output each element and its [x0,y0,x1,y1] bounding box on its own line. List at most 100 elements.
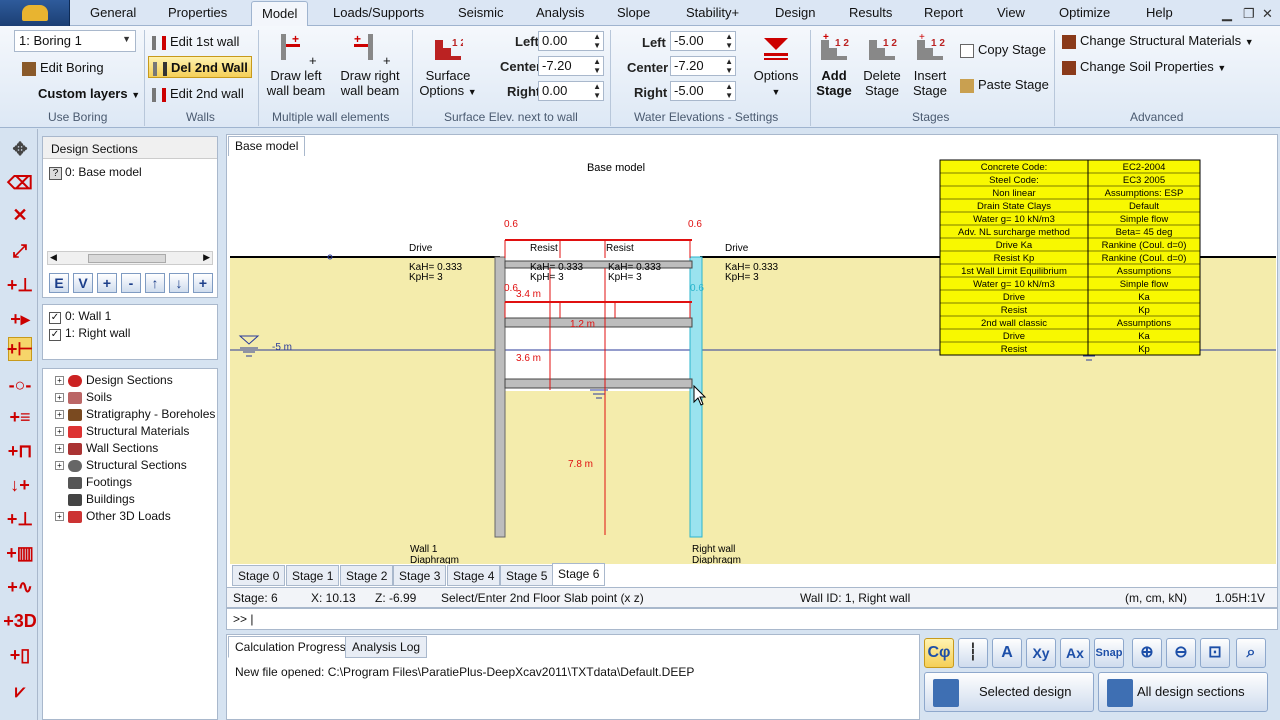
spin-up-icon[interactable]: ▲ [593,33,601,41]
zoom-in-icon[interactable]: ⊕ [1132,638,1162,668]
spin-down-icon[interactable]: ▼ [593,92,601,100]
add-footing-icon[interactable]: +⊥ [7,507,33,531]
expand-icon[interactable]: + [55,376,64,386]
surface-right-input[interactable]: 0.00 ▲ ▼ [538,81,604,101]
document-tab[interactable]: Base model [228,136,306,156]
close-icon[interactable]: ✕ [1262,6,1273,22]
tree-node[interactable]: + Structural Sections [55,458,187,472]
tab-loads-supports[interactable]: Loads/Supports [333,5,424,20]
minimize-icon[interactable]: ▁ [1222,6,1232,22]
delete-element-icon[interactable]: ✕ [8,203,32,227]
spin-up-icon[interactable]: ▲ [725,58,733,66]
tab-view[interactable]: View [997,5,1025,20]
spin-down-icon[interactable]: ▼ [725,42,733,50]
surface-center-input[interactable]: -7.20 ▲ ▼ [538,56,604,76]
tab-results[interactable]: Results [849,5,892,20]
draw-right-wall-beam-button[interactable]: + + Draw right wall beam [334,32,406,98]
dimension-icon[interactable]: ⩗ [8,679,32,703]
edit-1st-wall-button[interactable]: Edit 1st wall [152,34,239,50]
spin-up-icon[interactable]: ▲ [593,83,601,91]
tab-analysis[interactable]: Analysis [536,5,584,20]
spin-up-icon[interactable]: ▲ [593,58,601,66]
tab-general[interactable]: General [90,5,136,20]
move-down-button[interactable]: ↓ [169,273,189,293]
horizontal-scrollbar[interactable]: ◀ ▶ [47,251,213,265]
stage-tab[interactable]: Stage 4 [447,565,501,586]
add-building-icon[interactable]: +▥ [6,541,34,565]
add-3d-load-icon[interactable]: +3D [3,609,37,633]
add-slab-icon[interactable]: +⊢ [7,337,33,361]
tab-optimize[interactable]: Optimize [1059,5,1110,20]
add-distributed-load-icon[interactable]: +∿ [7,575,33,599]
edit-2nd-wall-button[interactable]: Edit 2nd wall [152,86,244,102]
spin-up-icon[interactable]: ▲ [725,83,733,91]
tab-seismic[interactable]: Seismic [458,5,504,20]
tab-calculation-progress[interactable]: Calculation Progress [228,636,353,658]
copy-stage-button[interactable]: Copy Stage [960,42,1046,58]
insert-stage-button[interactable]: 1 2 + Insert Stage [908,32,952,98]
tab-properties[interactable]: Properties [168,5,227,20]
boring-select[interactable]: 1: Boring 1 ▼ [14,30,136,52]
tab-help[interactable]: Help [1146,5,1173,20]
restore-icon[interactable]: ❐ [1243,6,1255,22]
expand-icon[interactable]: + [55,427,64,437]
edit-section-button[interactable]: E [49,273,69,293]
spin-down-icon[interactable]: ▼ [725,67,733,75]
eraser-icon[interactable]: ⌫ [7,171,32,195]
add-support-icon[interactable]: +▸ [8,307,32,331]
del-2nd-wall-button[interactable]: Del 2nd Wall [148,56,252,78]
wall-item[interactable]: ✓ 0: Wall 1 [49,309,111,324]
delete-stage-button[interactable]: 1 2 Delete Stage [860,32,904,98]
change-soil-properties-button[interactable]: Change Soil Properties ▼ [1062,59,1226,75]
tree-node[interactable]: + Stratigraphy - Boreholes [55,407,215,421]
zoom-extents-icon[interactable]: ⊡ [1200,638,1230,668]
add-line-load-icon[interactable]: ↓+ [8,473,32,497]
move-up-button[interactable]: ↑ [145,273,165,293]
checkbox-checked-icon[interactable]: ✓ [49,329,61,341]
water-left-input[interactable]: -5.00 ▲ ▼ [670,31,736,51]
friction-cohesion-icon[interactable]: Cφ [924,638,954,668]
tree-node[interactable]: Buildings [68,492,135,506]
draw-left-wall-beam-button[interactable]: + + Draw left wall beam [262,32,330,98]
tab-stability-plus[interactable]: Stability+ [686,5,739,20]
spin-up-icon[interactable]: ▲ [725,33,733,41]
surface-options-button[interactable]: 1 2 Surface Options ▼ [416,32,480,100]
view-section-button[interactable]: V [73,273,93,293]
add-spring-icon[interactable]: -○- [8,373,32,397]
tree-node[interactable]: + Design Sections [55,373,173,387]
axis-labels-icon[interactable]: Ax [1060,638,1090,668]
pan-icon[interactable]: ✥ [8,137,32,161]
tree-node[interactable]: + Soils [55,390,112,404]
slab-3[interactable] [504,378,693,389]
surface-left-input[interactable]: 0.00 ▲ ▼ [538,31,604,51]
stage-tab[interactable]: Stage 5 [500,565,554,586]
scroll-right-icon[interactable]: ▶ [203,252,210,263]
stage-tab[interactable]: Stage 0 [232,565,286,586]
checkbox-checked-icon[interactable]: ✓ [49,312,61,324]
tab-model[interactable]: Model [251,1,309,27]
command-input[interactable]: >> | [226,608,1278,630]
slab-2[interactable] [504,317,693,328]
water-right-input[interactable]: -5.00 ▲ ▼ [670,81,736,101]
left-wall[interactable] [494,256,506,538]
tree-node[interactable]: + Other 3D Loads [55,509,171,523]
zoom-out-icon[interactable]: ⊖ [1166,638,1196,668]
scroll-left-icon[interactable]: ◀ [50,252,57,263]
spin-down-icon[interactable]: ▼ [725,92,733,100]
all-design-sections-button[interactable]: All design sections [1098,672,1268,712]
change-structural-materials-button[interactable]: Change Structural Materials ▼ [1062,33,1254,49]
paste-stage-button[interactable]: Paste Stage [960,77,1049,93]
add-anchor-icon[interactable]: ⤢ [8,239,32,263]
tab-design[interactable]: Design [775,5,815,20]
wall-item[interactable]: ✓ 1: Right wall [49,326,130,341]
tab-report[interactable]: Report [924,5,963,20]
zoom-window-icon[interactable]: ⌕ [1236,638,1266,668]
ruler-icon[interactable]: ┆ [958,638,988,668]
xy-labels-icon[interactable]: Xy [1026,638,1056,668]
water-center-input[interactable]: -7.20 ▲ ▼ [670,56,736,76]
stage-tab[interactable]: Stage 2 [340,565,394,586]
expand-icon[interactable]: + [55,461,64,471]
edit-boring-button[interactable]: Edit Boring [22,60,104,76]
scroll-thumb[interactable] [88,254,166,263]
tree-node[interactable]: Footings [68,475,132,489]
